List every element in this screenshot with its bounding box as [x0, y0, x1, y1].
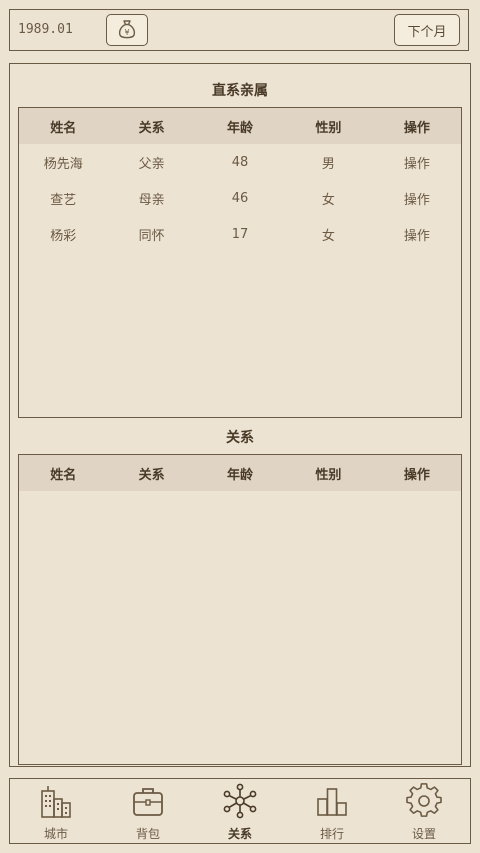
cell-relation: 母亲 — [138, 192, 165, 208]
top-bar: 1989.01 ¥ 下个月 — [9, 9, 469, 51]
cell-relation: 同怀 — [138, 228, 165, 244]
cell-age: 46 — [231, 190, 249, 206]
nav-item-settings[interactable]: 设置 — [378, 779, 470, 843]
column-header-gender: 性别 — [315, 467, 342, 483]
cell-age: 17 — [231, 226, 249, 242]
table-row: 杨先海 父亲 48 男 操作 — [19, 144, 461, 180]
relations-title: 关系 — [226, 430, 254, 446]
column-header-relation: 关系 — [138, 467, 165, 483]
cell-name: 杨先海 — [43, 156, 83, 172]
briefcase-icon — [133, 788, 163, 816]
gear-icon — [406, 783, 442, 817]
nav-item-city[interactable]: 城市 — [10, 779, 102, 843]
table-header: 姓名 关系 年龄 性别 操作 — [19, 455, 461, 491]
table-header: 姓名 关系 年龄 性别 操作 — [19, 108, 461, 144]
action-button[interactable]: 操作 — [373, 189, 461, 208]
direct-relatives-table: 姓名 关系 年龄 性别 操作 杨先海 父亲 48 男 操作 查艺 母亲 46 女… — [18, 107, 462, 418]
column-header-action: 操作 — [403, 467, 430, 483]
bottom-nav: 城市 背包 关系 排行 设置 — [9, 778, 471, 844]
ranking-icon — [317, 788, 347, 816]
table-row: 查艺 母亲 46 女 操作 — [19, 180, 461, 216]
cell-gender: 女 — [321, 192, 335, 208]
city-icon — [41, 786, 71, 818]
column-header-gender: 性别 — [315, 120, 342, 136]
next-month-button[interactable]: 下个月 — [394, 14, 460, 46]
money-bag-icon: ¥ — [118, 20, 136, 39]
cell-gender: 男 — [321, 156, 335, 172]
column-header-age: 年龄 — [227, 120, 254, 136]
nav-item-ranking[interactable]: 排行 — [286, 779, 378, 843]
cell-name: 杨彩 — [50, 228, 77, 244]
column-header-action: 操作 — [403, 120, 430, 136]
cell-relation: 父亲 — [138, 156, 165, 172]
column-header-age: 年龄 — [227, 467, 254, 483]
cell-name: 查艺 — [50, 192, 77, 208]
action-button[interactable]: 操作 — [373, 225, 461, 244]
nav-label-relations: 关系 — [227, 827, 252, 841]
cell-gender: 女 — [321, 228, 335, 244]
current-date: 1989.01 — [18, 22, 73, 37]
column-header-relation: 关系 — [138, 120, 165, 136]
cell-age: 48 — [231, 154, 249, 170]
nav-item-relations[interactable]: 关系 — [194, 779, 286, 843]
table-row: 杨彩 同怀 17 女 操作 — [19, 216, 461, 252]
column-header-name: 姓名 — [50, 467, 77, 483]
nav-label-ranking: 排行 — [319, 827, 344, 841]
money-button[interactable]: ¥ — [106, 14, 148, 46]
nav-item-backpack[interactable]: 背包 — [102, 779, 194, 843]
relations-table: 姓名 关系 年龄 性别 操作 — [18, 454, 462, 765]
nav-label-backpack: 背包 — [135, 827, 160, 841]
nav-label-settings: 设置 — [411, 827, 436, 841]
network-icon — [223, 783, 257, 819]
main-panel: 直系亲属 姓名 关系 年龄 性别 操作 杨先海 父亲 48 男 操作 查艺 母亲… — [9, 63, 471, 767]
nav-label-city: 城市 — [43, 827, 68, 841]
money-symbol: ¥ — [124, 28, 129, 37]
column-header-name: 姓名 — [50, 120, 77, 136]
action-button[interactable]: 操作 — [373, 153, 461, 172]
direct-relatives-title: 直系亲属 — [212, 83, 268, 99]
